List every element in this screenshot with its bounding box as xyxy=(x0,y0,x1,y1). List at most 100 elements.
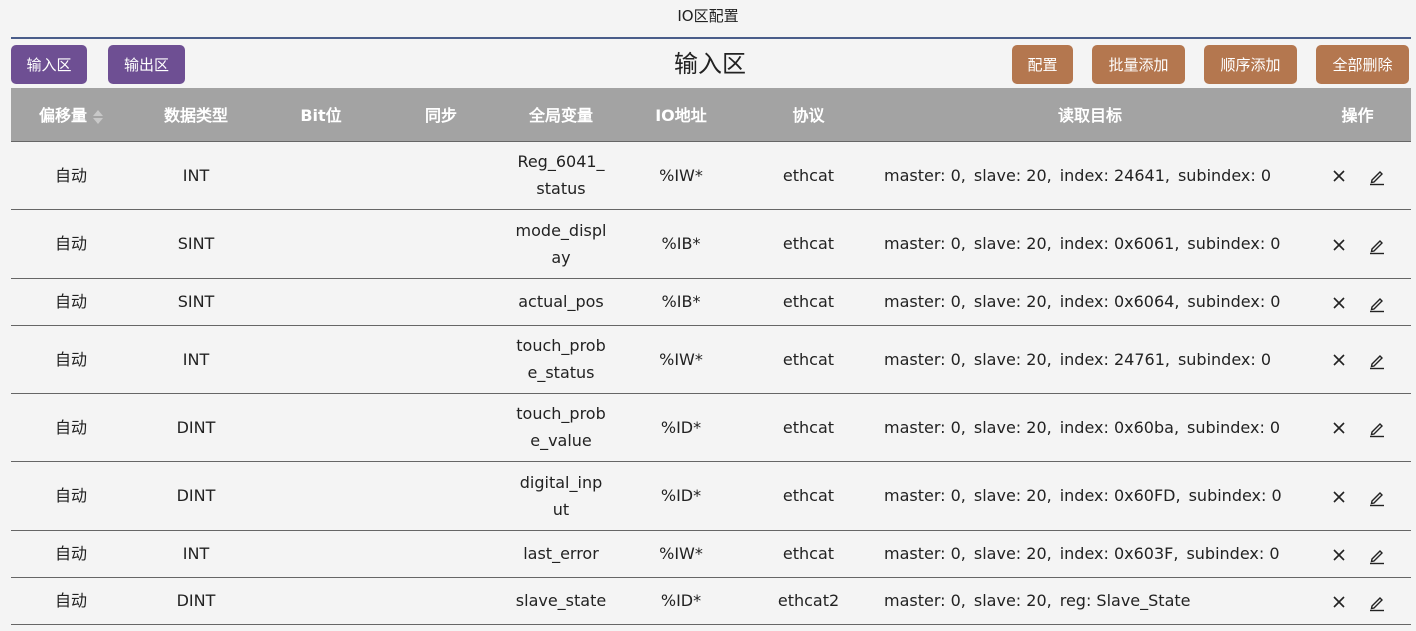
col-header-actions: 操作 xyxy=(1304,88,1411,142)
data-type-cell: INT xyxy=(131,141,261,210)
actions-cell xyxy=(1304,577,1411,625)
bit-cell xyxy=(261,530,381,578)
actions-cell xyxy=(1304,393,1411,462)
read-target-cell: master: 0, slave: 20, reg: Slave_State xyxy=(876,577,1304,625)
output-area-tab-button[interactable]: 输出区 xyxy=(108,45,185,84)
edit-icon[interactable] xyxy=(1367,487,1387,507)
io-address-cell: %ID* xyxy=(621,577,741,625)
protocol-cell: ethcat2 xyxy=(741,577,876,625)
close-icon[interactable] xyxy=(1329,487,1349,507)
table-row: 自动 INT Reg_6041_status %IW* ethcat master: 0,… xyxy=(11,141,1411,210)
delete-all-button[interactable]: 全部删除 xyxy=(1316,45,1409,84)
close-icon[interactable] xyxy=(1329,592,1349,612)
global-var-cell: last_error xyxy=(501,530,621,578)
read-target-part: master: 0, xyxy=(884,165,966,185)
sort-icon[interactable] xyxy=(93,109,103,125)
data-type-cell: DINT xyxy=(131,577,261,625)
sync-cell xyxy=(381,278,501,326)
io-address-cell: %IB* xyxy=(621,209,741,279)
sync-cell xyxy=(381,141,501,210)
bit-cell xyxy=(261,278,381,326)
read-target-part: subindex: 0 xyxy=(1187,292,1281,311)
read-target-part: slave: 20, xyxy=(973,292,1052,311)
edit-icon[interactable] xyxy=(1367,350,1387,370)
data-type-cell: INT xyxy=(131,530,261,578)
read-target-part: subindex: 0 xyxy=(1186,544,1280,563)
sync-cell xyxy=(381,209,501,279)
table-row: 自动 DINT touch_probe_value %ID* ethcat master:… xyxy=(11,393,1411,462)
input-area-tab-button[interactable]: 输入区 xyxy=(11,45,87,84)
offset-cell: 自动 xyxy=(11,209,131,279)
read-target-cell: master: 0, slave: 20, index: 24641, subinde… xyxy=(876,141,1304,210)
read-target-part: slave: 20, xyxy=(973,165,1052,185)
edit-icon[interactable] xyxy=(1367,293,1387,313)
offset-cell: 自动 xyxy=(11,461,131,531)
read-target-cell: master: 0, slave: 20, index: 0x6064, subind… xyxy=(876,278,1304,326)
table-row: 自动 SINT actual_pos %IB* ethcat master: 0, slav… xyxy=(11,278,1411,326)
global-var-cell: touch_probe_value xyxy=(501,393,621,462)
sequential-add-button[interactable]: 顺序添加 xyxy=(1204,45,1297,84)
table-row: 自动 DINT slave_state %ID* ethcat2 master: 0, sl… xyxy=(11,577,1411,625)
actions-cell xyxy=(1304,325,1411,394)
data-type-cell: SINT xyxy=(131,278,261,326)
protocol-cell: ethcat xyxy=(741,530,876,578)
read-target-part: subindex: 0 xyxy=(1187,417,1281,437)
edit-icon[interactable] xyxy=(1367,545,1387,565)
io-address-cell: %ID* xyxy=(621,461,741,531)
read-target-part: subindex: 0 xyxy=(1187,234,1281,253)
edit-icon[interactable] xyxy=(1367,235,1387,255)
protocol-cell: ethcat xyxy=(741,209,876,279)
sync-cell xyxy=(381,530,501,578)
read-target-part: master: 0, xyxy=(884,544,966,563)
col-header-offset[interactable]: 偏移量 xyxy=(11,88,131,142)
table-header-row: 偏移量 数据类型 Bit位 同步 全局变量 IO地址 协议 读取目标 操作 xyxy=(11,88,1411,142)
col-header-global-var: 全局变量 xyxy=(501,88,621,142)
offset-cell: 自动 xyxy=(11,393,131,462)
close-icon[interactable] xyxy=(1329,350,1349,370)
close-icon[interactable] xyxy=(1329,235,1349,255)
read-target-part: index: 0x60ba, xyxy=(1059,417,1180,437)
batch-add-button[interactable]: 批量添加 xyxy=(1092,45,1185,84)
global-var-cell: touch_probe_status xyxy=(501,325,621,394)
bit-cell xyxy=(261,325,381,394)
table-row: 自动 SINT mode_display %IB* ethcat master: 0, sl… xyxy=(11,209,1411,279)
read-target-part: index: 24761, xyxy=(1059,349,1170,369)
read-target-part: reg: Slave_State xyxy=(1059,591,1191,610)
edit-icon[interactable] xyxy=(1367,418,1387,438)
read-target-part: master: 0, xyxy=(884,234,966,253)
edit-icon[interactable] xyxy=(1367,592,1387,612)
global-var-cell: actual_pos xyxy=(501,278,621,326)
close-icon[interactable] xyxy=(1329,418,1349,438)
read-target-part: master: 0, xyxy=(884,486,966,505)
col-header-io-address: IO地址 xyxy=(621,88,741,142)
global-var-cell: Reg_6041_status xyxy=(501,141,621,210)
edit-icon[interactable] xyxy=(1367,166,1387,186)
read-target-part: slave: 20, xyxy=(973,544,1052,563)
close-icon[interactable] xyxy=(1329,293,1349,313)
actions-cell xyxy=(1304,530,1411,578)
sync-cell xyxy=(381,393,501,462)
protocol-cell: ethcat xyxy=(741,461,876,531)
bit-cell xyxy=(261,461,381,531)
io-table-container: 偏移量 数据类型 Bit位 同步 全局变量 IO地址 协议 读取目标 操作 自动… xyxy=(11,88,1411,625)
global-var-cell: digital_input xyxy=(501,461,621,531)
protocol-cell: ethcat xyxy=(741,393,876,462)
protocol-cell: ethcat xyxy=(741,325,876,394)
read-target-part: subindex: 0 xyxy=(1177,349,1272,369)
read-target-part: slave: 20, xyxy=(973,234,1052,253)
col-header-data-type: 数据类型 xyxy=(131,88,261,142)
io-table: 偏移量 数据类型 Bit位 同步 全局变量 IO地址 协议 读取目标 操作 自动… xyxy=(11,88,1411,625)
window-title: IO区配置 xyxy=(677,7,739,25)
col-header-protocol: 协议 xyxy=(741,88,876,142)
actions-cell xyxy=(1304,209,1411,279)
close-icon[interactable] xyxy=(1329,166,1349,186)
read-target-part: slave: 20, xyxy=(973,349,1052,369)
read-target-cell: master: 0, slave: 20, index: 24761, subinde… xyxy=(876,325,1304,394)
bit-cell xyxy=(261,577,381,625)
sync-cell xyxy=(381,461,501,531)
read-target-part: index: 0x603F, xyxy=(1059,544,1179,563)
config-button[interactable]: 配置 xyxy=(1012,45,1073,84)
close-icon[interactable] xyxy=(1329,545,1349,565)
read-target-part: index: 24641, xyxy=(1059,165,1170,185)
global-var-cell: slave_state xyxy=(501,577,621,625)
